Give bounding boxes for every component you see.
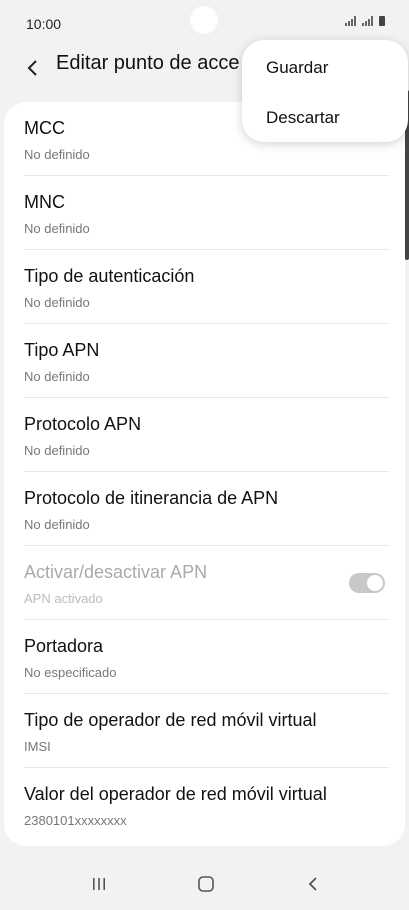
setting-title: MCC xyxy=(24,118,65,138)
setting-value: No definido xyxy=(24,295,90,310)
setting-title: Tipo de autenticación xyxy=(24,266,195,286)
apn-toggle-switch xyxy=(349,573,385,593)
setting-value: No definido xyxy=(24,147,90,162)
setting-title: Activar/desactivar APN xyxy=(24,562,208,582)
status-time: 10:00 xyxy=(26,16,62,32)
signal-icon xyxy=(362,16,373,26)
setting-title: Portadora xyxy=(24,636,104,656)
home-icon[interactable] xyxy=(186,870,226,898)
navigation-bar xyxy=(0,856,409,910)
setting-value: No definido xyxy=(24,443,90,458)
setting-value: APN activado xyxy=(24,591,103,606)
setting-title: Valor del operador de red móvil virtual xyxy=(24,784,327,804)
setting-value: 2380101xxxxxxxx xyxy=(24,813,127,828)
setting-row-mvno-value[interactable]: Valor del operador de red móvil virtual … xyxy=(24,768,389,842)
setting-row-mnc[interactable]: MNC No definido xyxy=(24,176,389,250)
overflow-menu: Guardar Descartar xyxy=(242,40,408,142)
setting-value: No definido xyxy=(24,517,90,532)
page-title: Editar punto de acce xyxy=(56,52,240,74)
back-icon[interactable] xyxy=(293,870,333,898)
setting-value: No definido xyxy=(24,369,90,384)
setting-row-mvno-type[interactable]: Tipo de operador de red móvil virtual IM… xyxy=(24,694,389,768)
menu-item-save[interactable]: Guardar xyxy=(266,58,328,78)
battery-icon xyxy=(379,16,385,26)
setting-title: Protocolo de itinerancia de APN xyxy=(24,488,279,508)
setting-value: IMSI xyxy=(24,739,51,754)
setting-row-roaming-protocol[interactable]: Protocolo de itinerancia de APN No defin… xyxy=(24,472,389,546)
setting-value: No definido xyxy=(24,221,90,236)
settings-list: MCC No definido MNC No definido Tipo de … xyxy=(4,102,405,846)
setting-title: Protocolo APN xyxy=(24,414,142,434)
toggle-knob xyxy=(366,574,384,592)
setting-title: Tipo APN xyxy=(24,340,100,360)
recent-apps-icon[interactable] xyxy=(79,870,119,898)
setting-row-apn-protocol[interactable]: Protocolo APN No definido xyxy=(24,398,389,472)
setting-row-auth-type[interactable]: Tipo de autenticación No definido xyxy=(24,250,389,324)
status-icons xyxy=(345,16,385,26)
setting-row-apn-type[interactable]: Tipo APN No definido xyxy=(24,324,389,398)
signal-icon xyxy=(345,16,356,26)
setting-title: MNC xyxy=(24,192,65,212)
setting-value: No especificado xyxy=(24,665,117,680)
camera-cutout xyxy=(190,6,218,34)
setting-row-bearer[interactable]: Portadora No especificado xyxy=(24,620,389,694)
setting-title: Tipo de operador de red móvil virtual xyxy=(24,710,317,730)
setting-row-apn-toggle: Activar/desactivar APN APN activado xyxy=(24,546,389,620)
menu-item-discard[interactable]: Descartar xyxy=(266,108,340,128)
chevron-left-icon[interactable] xyxy=(18,54,46,82)
